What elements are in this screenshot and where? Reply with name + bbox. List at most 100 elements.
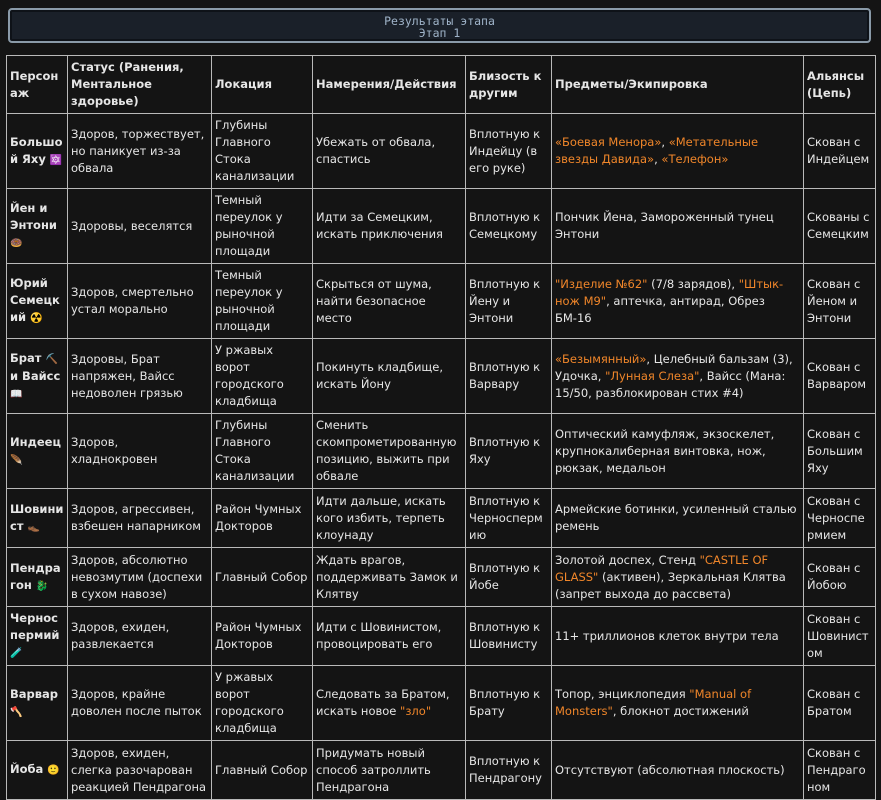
character-cell: Варвар 🪓 xyxy=(6,665,68,741)
proximity-cell: Вплотную к Йену и Энтони xyxy=(465,263,552,339)
table-row: Юрий Семецкий ☢️ Здоров, смертельно устал… xyxy=(6,263,876,339)
alliance-cell: Скован с Йобою xyxy=(803,547,876,607)
header-subtitle: Этап 1 xyxy=(418,26,461,40)
intent-cell: Следовать за Братом, искать новое "зло" xyxy=(312,665,466,741)
character-cell: Йоба 🙂 xyxy=(6,740,68,800)
table-row: Пендрагон 🐉 Здоров, абсолютно невозмутим … xyxy=(6,547,876,607)
proximity-cell: Вплотную к Пендрагону xyxy=(465,740,552,800)
item-text: , блокнот достижений xyxy=(612,704,749,718)
table-row: Брат ⛏️ и Вайсс 📖 Здоровы, Брат напряжен, … xyxy=(6,338,876,414)
items-cell: Топор, энциклопедия "Manual of Monsters"… xyxy=(551,665,804,741)
item-highlight: "Изделие №62" xyxy=(555,276,648,291)
location-cell: Район Чумных Докторов xyxy=(211,488,313,548)
proximity-cell: Вплотную к Йобе xyxy=(465,547,552,607)
highlight-text: "зло" xyxy=(400,704,432,718)
item-text: 11+ триллионов клеток внутри тела xyxy=(555,628,779,643)
intent-cell: Убежать от обвала, спастись xyxy=(312,113,466,189)
status-cell: Здоров, ехиден, слегка разочарован реакц… xyxy=(67,740,212,800)
character-icon: 📖 xyxy=(10,388,23,400)
alliance-cell: Скован с Йеном и Энтони xyxy=(803,263,876,339)
proximity-cell: Вплотную к Черноспермию xyxy=(465,488,552,548)
intent-cell: Скрыться от шума, найти безопасное место xyxy=(312,263,466,339)
item-highlight: «Телефон» xyxy=(661,152,729,166)
character-name: Брат xyxy=(10,350,46,365)
location-cell: Главный Собор xyxy=(211,740,313,800)
location-cell: Глубины Главного Стока канализации xyxy=(211,413,313,489)
table-row: Индеец 🪶 Здоров, хладнокровен Глубины Глав… xyxy=(6,413,876,489)
intent-cell: Идти за Семецким, искать приключения xyxy=(312,188,466,264)
table-row: Йен и Энтони 🍩 Здоровы, веселятся Темный п… xyxy=(6,188,876,264)
item-text: , xyxy=(661,135,669,149)
items-cell: Отсутствуют (абсолютная плоскость) xyxy=(551,740,804,800)
character-icon: 🪶 xyxy=(10,454,23,466)
item-highlight: «Боевая Менора» xyxy=(555,135,662,149)
location-cell: Темный переулок у рыночной площади xyxy=(211,263,313,339)
location-cell: У ржавых ворот городского кладбища xyxy=(211,665,313,741)
character-icon: ⛏️ xyxy=(45,353,58,365)
items-cell: Армейские ботинки, усиленный сталью реме… xyxy=(551,488,804,548)
item-text: Золотой доспех, Стенд xyxy=(555,552,700,567)
location-cell: У ржавых ворот городского кладбища xyxy=(211,338,313,414)
character-icon: ☢️ xyxy=(30,313,43,324)
col-header-intent: Намерения/Действия xyxy=(312,55,466,114)
alliance-cell: Скован с Братом xyxy=(803,665,876,741)
stage-results-header: Результаты этапа Этап 1 xyxy=(8,8,871,43)
table-header-row: Персонаж Статус (Ранения, Ментальное здо… xyxy=(6,55,876,114)
character-name: Варвар xyxy=(10,686,59,701)
character-cell: Шовинист 👞 xyxy=(6,488,68,548)
intent-cell: Придумать новый способ затроллить Пендра… xyxy=(312,740,466,800)
item-text: Отсутствуют (абсолютная плоскость) xyxy=(555,762,785,777)
col-header-status: Статус (Ранения, Ментальное здоровье) xyxy=(67,55,212,114)
status-cell: Здоровы, Брат напряжен, Вайсс недоволен … xyxy=(67,338,212,414)
items-cell: "Изделие №62" (7/8 зарядов), "Штык-нож М… xyxy=(551,263,804,339)
character-cell: Большой Яху 🔯 xyxy=(6,113,68,189)
proximity-cell: Вплотную к Индейцу (в его руке) xyxy=(465,113,552,189)
character-cell: Брат ⛏️ и Вайсс 📖 xyxy=(6,338,68,414)
location-cell: Главный Собор xyxy=(211,547,313,607)
proximity-cell: Вплотную к Яху xyxy=(465,413,552,489)
character-name: и Вайсс xyxy=(10,368,61,383)
location-cell: Темный переулок у рыночной площади xyxy=(211,188,313,264)
status-cell: Здоров, хладнокровен xyxy=(67,413,212,489)
items-cell: 11+ триллионов клеток внутри тела xyxy=(551,606,804,666)
status-cell: Здоров, агрессивен, взбешен напарником xyxy=(67,488,212,548)
character-icon: 🐉 xyxy=(35,580,49,592)
status-cell: Здоровы, веселятся xyxy=(67,188,212,264)
col-header-alliance: Альянсы (Цепь) xyxy=(803,55,876,114)
table-row: Варвар 🪓 Здоров, крайне доволен после пыт… xyxy=(6,665,876,741)
col-header-location: Локация xyxy=(211,55,313,114)
character-name: Черноспермий xyxy=(10,611,60,642)
status-cell: Здоров, абсолютно невозмутим (доспехи в … xyxy=(67,547,212,607)
col-header-character: Персонаж xyxy=(6,55,68,114)
character-name: Йоба xyxy=(10,762,48,776)
table-row: Черноспермий 🧪 Здоров, ехиден, развлекает… xyxy=(6,606,876,666)
alliance-cell: Скован с Шовинистом xyxy=(803,606,876,666)
character-cell: Пендрагон 🐉 xyxy=(6,547,68,607)
items-cell: «Безымянный», Целебный бальзам (3), Удоч… xyxy=(551,338,804,414)
character-icon: 👞 xyxy=(27,521,40,533)
col-header-items: Предметы/Экипировка xyxy=(551,55,804,114)
item-text: (7/8 зарядов), xyxy=(647,276,739,291)
location-cell: Глубины Главного Стока канализации xyxy=(211,113,313,189)
status-cell: Здоров, смертельно устал морально xyxy=(67,263,212,339)
character-cell: Индеец 🪶 xyxy=(6,413,68,489)
alliance-cell: Скован с Пендрагоном xyxy=(803,740,876,800)
items-cell: «Боевая Менора», «Метательные звезды Дав… xyxy=(551,113,804,189)
proximity-cell: Вплотную к Варвару xyxy=(465,338,552,414)
character-cell: Черноспермий 🧪 xyxy=(6,606,68,666)
location-cell: Район Чумных Докторов xyxy=(211,606,313,666)
items-cell: Оптический камуфляж, экзоскелет, крупнок… xyxy=(551,413,804,489)
character-cell: Юрий Семецкий ☢️ xyxy=(6,263,68,339)
item-text: Армейские ботинки, усиленный сталью реме… xyxy=(555,502,797,533)
character-icon: 🍩 xyxy=(10,238,23,249)
character-icon: 🧪 xyxy=(10,648,23,659)
proximity-cell: Вплотную к Семецкому xyxy=(465,188,552,264)
item-highlight: «Безымянный» xyxy=(555,351,647,366)
items-cell: Пончик Йена, Замороженный тунец Энтони xyxy=(551,188,804,264)
proximity-cell: Вплотную к Шовинисту xyxy=(465,606,552,666)
item-highlight: "Лунная Слеза" xyxy=(605,368,700,383)
item-text: Оптический камуфляж, экзоскелет, крупнок… xyxy=(555,426,775,475)
table-row: Шовинист 👞 Здоров, агрессивен, взбешен на… xyxy=(6,488,876,548)
intent-cell: Идти с Шовинистом, провоцировать его xyxy=(312,606,466,666)
character-cell: Йен и Энтони 🍩 xyxy=(6,188,68,264)
